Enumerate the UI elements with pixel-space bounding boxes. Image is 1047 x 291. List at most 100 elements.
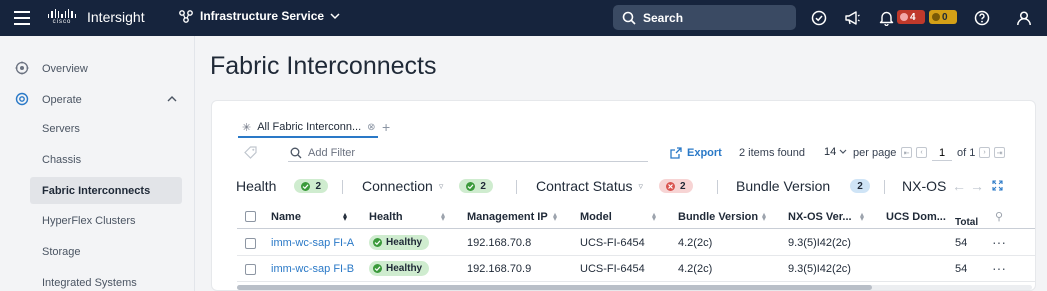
next-page-button[interactable]: › <box>979 147 990 158</box>
column-header-bundle-version[interactable]: Bundle Version <box>678 211 758 223</box>
horizontal-scrollbar[interactable] <box>237 285 1032 290</box>
fabric-interconnects-panel: ✳ All Fabric Interconn... ⊗ + Export 2 i… <box>211 100 1036 291</box>
tab-close-icon[interactable]: ⊗ <box>367 122 375 133</box>
add-tab-icon[interactable]: + <box>382 119 390 135</box>
sidebar-item-label: Fabric Interconnects <box>42 184 151 197</box>
column-header-name[interactable]: Name <box>271 211 301 223</box>
warning-alarms-badge[interactable]: 0 <box>929 10 957 24</box>
row-total: 54 <box>955 237 968 249</box>
column-header-management-ip[interactable]: Management IP <box>467 211 548 223</box>
sidebar-item-integrated-systems[interactable]: Integrated Systems <box>30 269 182 291</box>
sidebar-item-operate[interactable]: Operate <box>0 86 195 113</box>
global-search[interactable]: Search <box>613 5 796 30</box>
last-page-button[interactable]: ⇥ <box>994 147 1005 158</box>
filter-search-icon <box>290 147 302 159</box>
not-covered-x-icon <box>666 181 676 191</box>
summary-divider <box>516 180 517 194</box>
table-row[interactable]: imm-wc-sap FI-B Healthy 192.168.70.9 UCS… <box>237 256 1035 282</box>
contract-status-summary[interactable]: Contract Status ▿ 2 <box>536 178 693 194</box>
sidebar-item-storage[interactable]: Storage <box>30 238 182 265</box>
per-page-value: 14 <box>824 146 837 158</box>
table-row[interactable]: imm-wc-sap FI-A Healthy 192.168.70.8 UCS… <box>237 230 1035 256</box>
sidebar-item-overview[interactable]: Overview <box>0 55 195 82</box>
help-icon[interactable] <box>972 8 992 28</box>
cisco-logo: cisco <box>48 9 76 27</box>
row-checkbox[interactable] <box>245 264 256 275</box>
sidebar-item-label: Servers <box>42 122 80 135</box>
sidebar-item-chassis[interactable]: Chassis <box>30 146 182 173</box>
chevron-down-icon <box>839 149 847 154</box>
tag-icon[interactable] <box>244 146 257 159</box>
column-header-health[interactable]: Health <box>369 211 403 223</box>
column-header-nxos-version[interactable]: NX-OS Ver... <box>788 211 852 223</box>
connection-summary[interactable]: Connection ▿ 2 <box>362 178 493 194</box>
sidebar-item-servers[interactable]: Servers <box>30 115 182 142</box>
bundle-version-summary[interactable]: Bundle Version 2 <box>736 178 870 194</box>
tab-star-icon: ✳ <box>242 121 252 134</box>
infrastructure-icon <box>179 10 193 23</box>
summary-scroll-left-icon[interactable]: ← <box>952 178 966 194</box>
scrollbar-thumb[interactable] <box>237 285 872 290</box>
sidebar: Overview Operate Servers Chassis Fabric … <box>0 36 195 291</box>
connection-summary-count: 2 <box>480 180 486 192</box>
critical-alarms-badge[interactable]: 4 <box>897 10 925 24</box>
expand-icon[interactable] <box>992 180 1003 191</box>
contract-status-summary-badge: 2 <box>659 179 693 193</box>
sort-icon[interactable]: ▴ ▾ <box>860 211 864 223</box>
cisco-logo-text: cisco <box>52 19 72 25</box>
sort-icon[interactable]: ▴ ▾ <box>652 211 656 223</box>
nxos-version-summary[interactable]: NX-OS <box>902 178 946 194</box>
table-header: Name ▴ ▾ Health ▴ ▾ Management IP ▴ ▾ Model… <box>237 205 1035 229</box>
requests-check-icon[interactable] <box>809 8 829 28</box>
sort-icon[interactable]: ▴ ▾ <box>553 211 557 223</box>
column-header-model[interactable]: Model <box>580 211 612 223</box>
menu-icon[interactable] <box>14 11 30 25</box>
previous-page-button[interactable]: ‹ <box>916 147 927 158</box>
row-name-link[interactable]: imm-wc-sap FI-B <box>271 263 354 275</box>
summary-scroll-right-icon[interactable]: → <box>970 178 984 194</box>
sort-ascending-icon[interactable]: ▴ ▾ <box>343 211 347 223</box>
add-filter-input[interactable] <box>288 145 648 162</box>
sidebar-item-hyperflex-clusters[interactable]: HyperFlex Clusters <box>30 207 182 234</box>
service-selector[interactable]: Infrastructure Service <box>178 9 340 23</box>
sort-icon[interactable]: ▴ ▾ <box>762 211 766 223</box>
user-profile-icon[interactable] <box>1014 8 1034 28</box>
notifications-bell-icon[interactable] <box>876 8 896 28</box>
contract-status-summary-count: 2 <box>680 180 686 192</box>
health-summary[interactable]: Health 2 <box>236 178 329 194</box>
tab-all-fabric-interconnects[interactable]: ✳ All Fabric Interconn... ⊗ <box>238 121 378 138</box>
sort-icon[interactable]: ▴ ▾ <box>441 211 445 223</box>
health-summary-label: Health <box>236 178 277 194</box>
sidebar-item-label: Storage <box>42 245 81 258</box>
tab-label: All Fabric Interconn... <box>257 121 362 133</box>
row-name-link[interactable]: imm-wc-sap FI-A <box>271 237 354 249</box>
row-actions-menu-icon[interactable]: ··· <box>992 260 1006 276</box>
overview-icon <box>15 61 29 75</box>
column-header-ucs-domain[interactable]: UCS Dom... <box>886 211 946 223</box>
bundle-version-summary-label: Bundle Version <box>736 178 831 194</box>
export-button[interactable]: Export <box>670 147 722 159</box>
column-settings-icon[interactable]: ⚲ <box>995 210 1003 223</box>
per-page-select[interactable]: 14 <box>824 146 847 158</box>
healthy-check-icon <box>373 264 382 273</box>
sidebar-item-fabric-interconnects[interactable]: Fabric Interconnects <box>30 177 182 204</box>
bundle-version-summary-count: 2 <box>857 180 863 192</box>
announcement-megaphone-icon[interactable] <box>842 8 862 28</box>
sidebar-item-label: Overview <box>42 62 88 75</box>
row-checkbox[interactable] <box>245 238 256 249</box>
row-management-ip: 192.168.70.8 <box>467 237 532 249</box>
chevron-up-icon[interactable] <box>167 95 177 102</box>
summary-divider <box>884 180 885 194</box>
select-all-checkbox[interactable] <box>245 211 256 222</box>
health-status-badge: Healthy <box>369 235 430 250</box>
row-actions-menu-icon[interactable]: ··· <box>992 234 1006 250</box>
filter-funnel-icon: ▿ <box>438 180 444 191</box>
health-status-label: Healthy <box>386 263 423 274</box>
row-model: UCS-FI-6454 <box>580 263 645 275</box>
page-number-input[interactable] <box>932 145 952 161</box>
connected-check-icon <box>466 181 476 191</box>
row-management-ip: 192.168.70.9 <box>467 263 532 275</box>
critical-alarm-count: 4 <box>910 11 916 23</box>
first-page-button[interactable]: ⇤ <box>901 147 912 158</box>
healthy-check-icon <box>301 181 311 191</box>
